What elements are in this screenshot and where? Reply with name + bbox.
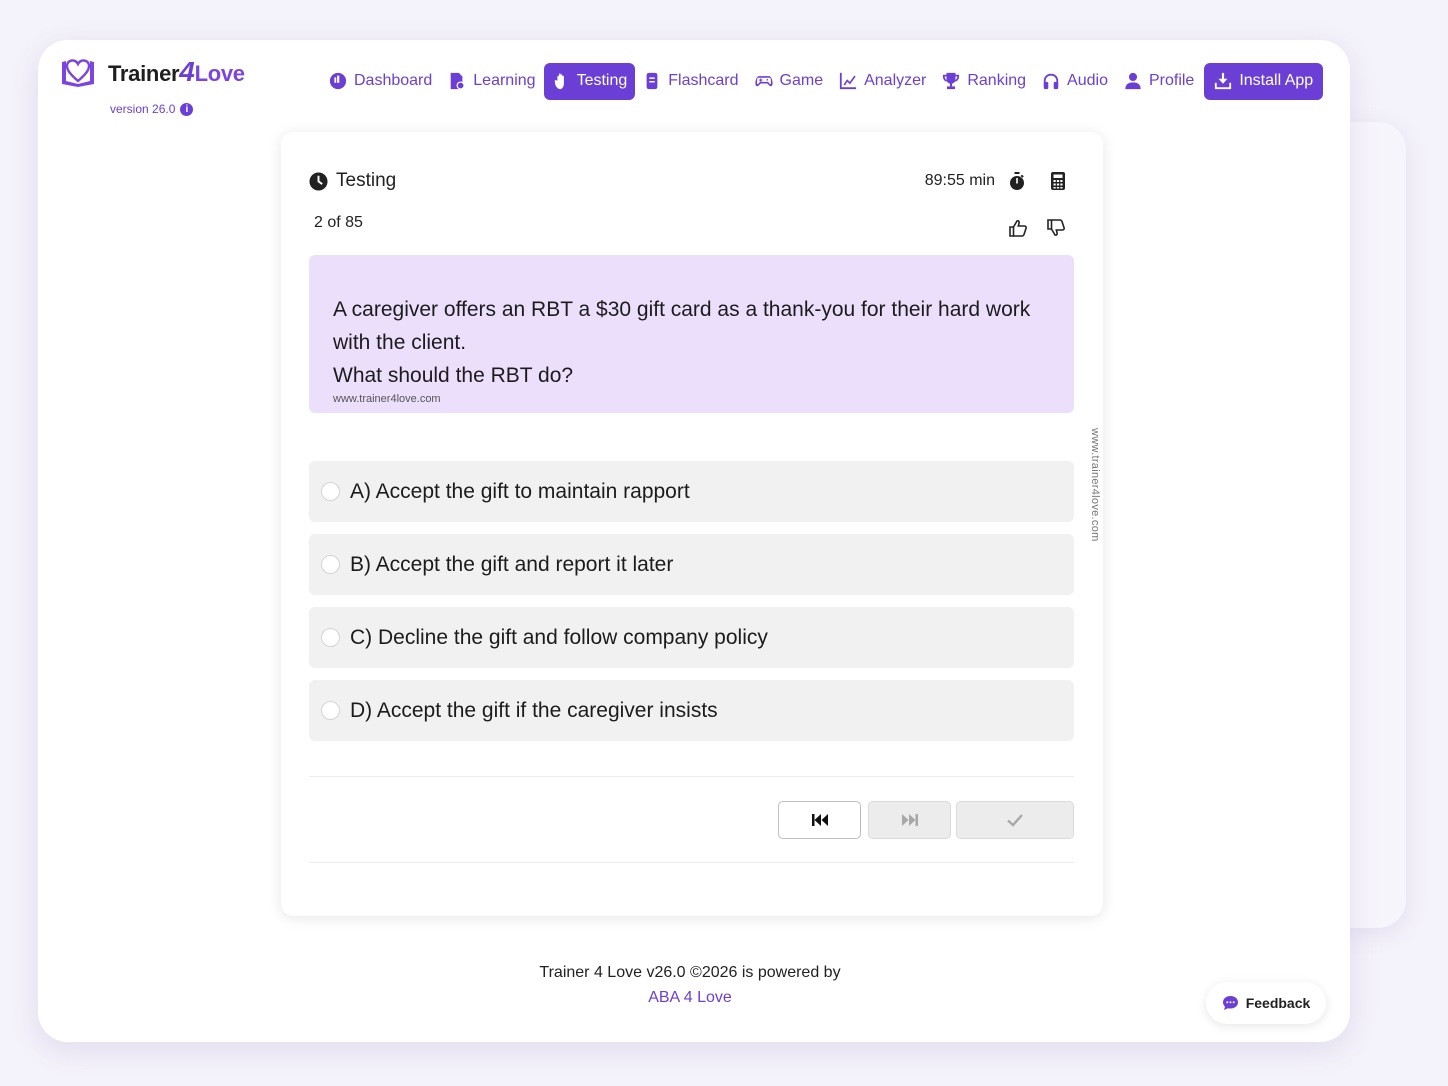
headphones-icon [1043, 73, 1059, 90]
feedback-label: Feedback [1245, 995, 1311, 1011]
radio-button[interactable] [321, 701, 340, 720]
answer-option-label: B) Accept the gift and report it later [350, 552, 674, 576]
skip-forward-icon [901, 814, 918, 826]
previous-question-button[interactable] [778, 801, 861, 839]
answer-option-label: D) Accept the gift if the caregiver insi… [350, 698, 718, 722]
answer-option-b[interactable]: B) Accept the gift and report it later [309, 534, 1074, 595]
nav-item-label: Audio [1067, 72, 1108, 89]
radio-button[interactable] [321, 555, 340, 574]
skip-back-icon [811, 814, 828, 826]
nav-item-ranking[interactable]: Ranking [934, 63, 1034, 100]
nav-item-label: Learning [473, 72, 536, 89]
chat-bubble-icon [1222, 996, 1238, 1010]
question-progress: 2 of 85 [314, 214, 363, 231]
nav-item-flashcard[interactable]: Flashcard [635, 63, 746, 100]
learning-icon [450, 72, 465, 90]
radio-button[interactable] [321, 482, 340, 501]
install-app-label: Install App [1239, 72, 1314, 89]
nav-item-label: Profile [1148, 72, 1195, 89]
brand-name-suffix: Love [194, 61, 245, 86]
question-text: A caregiver offers an RBT a $30 gift car… [333, 298, 1031, 354]
chart-line-icon [839, 72, 857, 90]
submit-answer-button[interactable] [956, 801, 1074, 839]
version-label: version 26.0 i [110, 102, 194, 116]
thumbs-up-icon[interactable] [1009, 219, 1027, 237]
install-app-button[interactable]: Install App [1204, 62, 1324, 100]
footer-link-aba4love[interactable]: ABA 4 Love [38, 985, 1342, 1010]
nav-item-audio[interactable]: Audio [1034, 63, 1116, 100]
footer-text: Trainer 4 Love v26.0 ©2026 is powered by [539, 964, 841, 981]
answer-option-c[interactable]: C) Decline the gift and follow company p… [309, 607, 1074, 668]
thumbs-down-icon[interactable] [1047, 219, 1065, 237]
question-prompt: What should the RBT do? [333, 364, 574, 387]
nav-item-label: Flashcard [668, 72, 739, 89]
trophy-icon [943, 72, 960, 90]
feedback-button[interactable]: Feedback [1206, 982, 1326, 1024]
side-watermark: www.trainer4love.com [1089, 428, 1101, 542]
quiz-card: Testing 89:55 min 2 of 85 A caregiver of… [281, 132, 1103, 916]
flashcard-icon [646, 72, 658, 90]
quiz-header: Testing [309, 170, 396, 192]
gamepad-icon [754, 76, 773, 87]
answer-option-label: A) Accept the gift to maintain rapport [350, 479, 690, 503]
nav-item-label: Ranking [967, 72, 1027, 89]
nav-item-dashboard[interactable]: Dashboard [321, 63, 440, 100]
page-footer: Trainer 4 Love v26.0 ©2026 is powered by… [38, 960, 1342, 1010]
answer-option-d[interactable]: D) Accept the gift if the caregiver insi… [309, 680, 1074, 741]
nav-item-profile[interactable]: Profile [1116, 63, 1202, 100]
nav-item-label: Dashboard [354, 72, 433, 89]
info-icon[interactable]: i [180, 102, 194, 116]
nav-item-analyzer[interactable]: Analyzer [831, 63, 934, 100]
quiz-timer: 89:55 min [924, 172, 995, 189]
nav-item-testing[interactable]: Testing [543, 62, 636, 100]
nav-item-label: Game [779, 72, 824, 89]
heart-book-logo-icon [62, 59, 94, 87]
testing-icon [554, 73, 564, 90]
version-text: version 26.0 [110, 102, 176, 116]
download-icon [1215, 72, 1232, 90]
stopwatch-icon[interactable] [1009, 172, 1025, 190]
question-box: A caregiver offers an RBT a $30 gift car… [309, 255, 1074, 413]
brand-name-number: 4 [179, 56, 195, 87]
nav-item-label: Testing [576, 72, 628, 89]
clock-icon [309, 171, 328, 191]
answer-option-a[interactable]: A) Accept the gift to maintain rapport [309, 461, 1074, 522]
nav-item-game[interactable]: Game [747, 63, 832, 100]
nav-item-learning[interactable]: Learning [440, 63, 543, 100]
nav-item-label: Analyzer [864, 72, 927, 89]
brand-name: Trainer4Love [108, 56, 245, 88]
calculator-icon[interactable] [1051, 172, 1065, 190]
dashboard-icon [329, 72, 347, 90]
quiz-title: Testing [336, 170, 397, 191]
brand-name-prefix: Trainer [108, 61, 180, 86]
next-question-button[interactable] [868, 801, 951, 839]
question-watermark: www.trainer4love.com [333, 393, 441, 405]
divider-top [309, 776, 1074, 777]
checkmark-icon [1007, 814, 1023, 827]
user-icon [1125, 72, 1141, 90]
answer-option-label: C) Decline the gift and follow company p… [350, 625, 768, 649]
app-window: Trainer4Love version 26.0 i Dashboard Le… [38, 40, 1350, 1042]
top-navigation: Dashboard Learning Testing Flashcard Gam… [321, 62, 1324, 100]
brand-logo-link[interactable]: Trainer4Love [60, 56, 245, 88]
answer-options: A) Accept the gift to maintain rapport B… [309, 461, 1074, 753]
radio-button[interactable] [321, 628, 340, 647]
divider-bottom [309, 862, 1074, 863]
